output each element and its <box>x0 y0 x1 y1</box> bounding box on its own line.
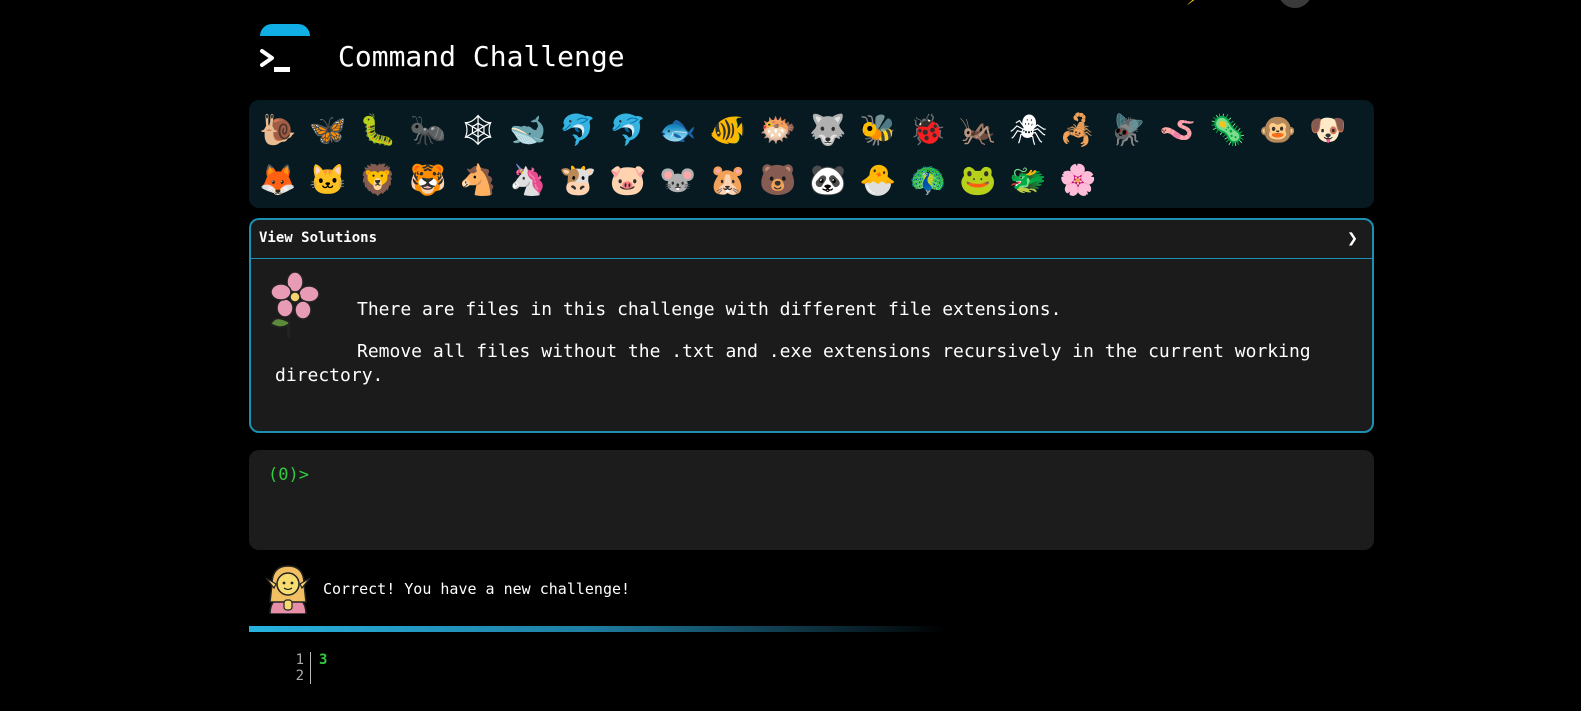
animal-button[interactable]: 🦊 <box>253 156 303 206</box>
animal-button[interactable]: 🐴 <box>453 156 503 206</box>
animal-button[interactable]: 🦂 <box>1053 106 1103 156</box>
animal-button[interactable]: 🐲 <box>1003 156 1053 206</box>
animal-button[interactable]: 🐬 <box>553 106 603 156</box>
animal-button[interactable]: 🐭 <box>653 156 703 206</box>
logo-dome <box>260 24 310 36</box>
view-solutions-label: View Solutions <box>259 230 378 246</box>
animal-selector: 🐌 🦋 🐛 🐜 🕸 🐋 🐬 🐬 🐟 🐠 🐡 🐺 🐝 🐞 🦗 🕷 🦂 🪰 🪱 🦠 🐵 🐶 🦊 🐱 🦁 🐯 🐴 🦄 🐮 🐷 🐭 🐹 🐻 🐼 🐣 🦚 🐸 🐲 🌸 <box>249 100 1374 208</box>
code-output: 1 2 3 <box>280 652 327 684</box>
animal-button[interactable]: 🐷 <box>603 156 653 206</box>
animal-button[interactable]: 🐱 <box>303 156 353 206</box>
animal-button[interactable]: 🐶 <box>1303 106 1353 156</box>
animal-row-2: 🦊 🐱 🦁 🐯 🐴 🦄 🐮 🐷 🐭 🐹 🐻 🐼 🐣 🦚 🐸 🐲 🌸 <box>253 156 1370 206</box>
terminal-input[interactable]: (0)> <box>249 450 1374 550</box>
animal-button[interactable]: 🐮 <box>553 156 603 206</box>
animal-button[interactable]: 🐼 <box>803 156 853 206</box>
animal-button[interactable]: 🦋 <box>303 106 353 156</box>
animal-button[interactable]: 🐯 <box>403 156 453 206</box>
line-number-gutter: 1 2 <box>280 652 311 684</box>
view-solutions-toggle[interactable]: View Solutions ❯ <box>251 220 1372 259</box>
animal-button[interactable]: 🐹 <box>703 156 753 206</box>
animal-button[interactable]: 🐋 <box>503 106 553 156</box>
animal-button[interactable]: 🌸 <box>1053 156 1103 206</box>
page: ⚡ Command Challenge 🐌🦋🐛🐜🕸🐋🐬🐬🐟🐠🐡🐺🐝🐞🦗🕷🦂🪰🪱🦠… <box>0 0 1581 711</box>
animal-button[interactable]: 🐝 <box>853 106 903 156</box>
description-paragraph-1: There are files in this challenge with d… <box>357 299 1062 320</box>
animal-button[interactable]: 🐬 <box>603 106 653 156</box>
animal-button[interactable]: 🐜 <box>403 106 453 156</box>
animal-button[interactable]: 🦁 <box>353 156 403 206</box>
solutions-panel: View Solutions ❯ There are files in this… <box>249 218 1374 433</box>
terminal-prompt-icon <box>260 49 290 72</box>
animal-button[interactable]: 🐺 <box>803 106 853 156</box>
animal-button[interactable]: 🦄 <box>503 156 553 206</box>
animal-button[interactable]: 🐻 <box>753 156 803 206</box>
animal-button[interactable]: 🪱 <box>1153 106 1203 156</box>
terminal-prompt: (0)> <box>268 465 309 485</box>
logo[interactable] <box>258 24 312 78</box>
animal-button[interactable]: 🐸 <box>953 156 1003 206</box>
lightning-icon[interactable]: ⚡ <box>1186 0 1199 11</box>
challenge-description: There are files in this challenge with d… <box>275 298 1325 406</box>
animal-button[interactable]: 🪰 <box>1103 106 1153 156</box>
animal-button[interactable]: 🐣 <box>853 156 903 206</box>
description-paragraph-2: Remove all files without the .txt and .e… <box>275 341 1311 386</box>
code-lines: 3 <box>311 652 327 684</box>
animal-button[interactable]: 🦚 <box>903 156 953 206</box>
user-avatar[interactable] <box>1278 0 1312 8</box>
animal-button[interactable]: 🐟 <box>653 106 703 156</box>
animal-button[interactable]: 🐛 <box>353 106 403 156</box>
animal-button[interactable]: 🐡 <box>753 106 803 156</box>
animal-button[interactable]: 🕷 <box>1003 106 1053 156</box>
page-title: Command Challenge <box>338 40 625 73</box>
progress-bar <box>249 626 1374 632</box>
animal-button[interactable]: 🕸 <box>453 106 503 156</box>
feedback-message: Correct! You have a new challenge! <box>323 580 631 598</box>
animal-button[interactable]: 🐵 <box>1253 106 1303 156</box>
line-number: 1 <box>295 652 304 668</box>
animal-button[interactable]: 🐞 <box>903 106 953 156</box>
code-line: 3 <box>319 652 328 668</box>
animal-button[interactable]: 🐌 <box>253 106 303 156</box>
chevron-right-icon: ❯ <box>1347 228 1358 249</box>
animal-button[interactable]: 🐠 <box>703 106 753 156</box>
animal-button[interactable]: 🦗 <box>953 106 1003 156</box>
elf-icon <box>265 565 311 614</box>
animal-button[interactable]: 🦠 <box>1203 106 1253 156</box>
line-number: 2 <box>295 668 304 684</box>
animal-row-1: 🐌 🦋 🐛 🐜 🕸 🐋 🐬 🐬 🐟 🐠 🐡 🐺 🐝 🐞 🦗 🕷 🦂 🪰 🪱 🦠 🐵 🐶 <box>253 106 1370 156</box>
